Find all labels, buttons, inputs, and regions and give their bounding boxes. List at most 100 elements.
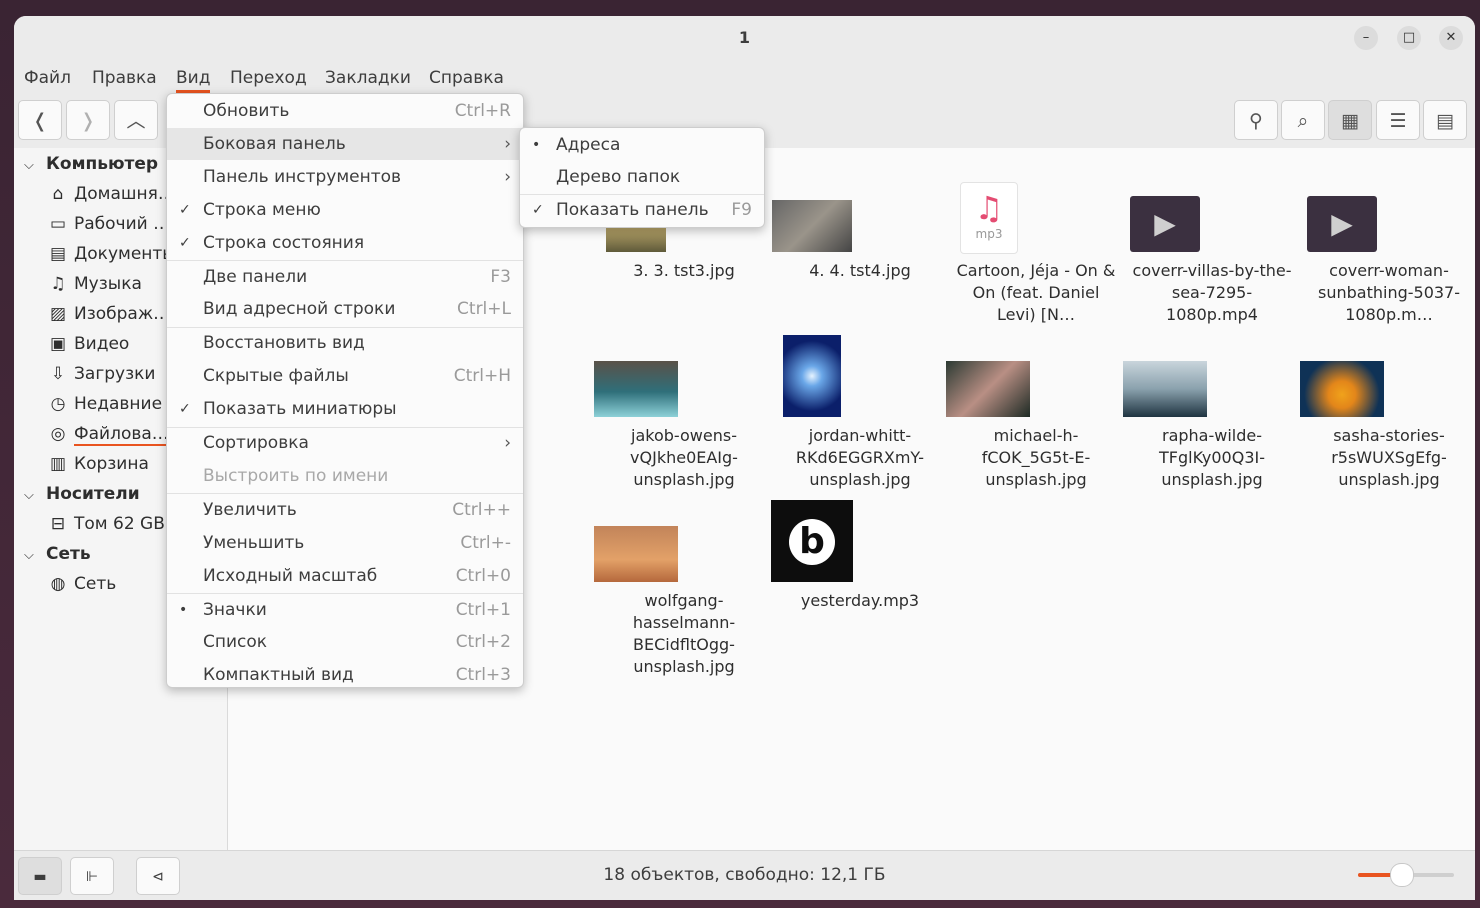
minimize-button[interactable]: – bbox=[1354, 26, 1378, 50]
menubar: Файл Правка Вид Переход Закладки Справка bbox=[14, 62, 1475, 94]
menu-item-shortcut: Ctrl+1 bbox=[455, 599, 511, 620]
window-title: 1 bbox=[738, 28, 751, 47]
sidebar-header-computer[interactable]: ⌵ Компьютер bbox=[24, 154, 158, 174]
file-item-label[interactable]: jordan-whitt-RKd6EGGRXmY-unsplash.jpg bbox=[775, 425, 945, 491]
menu-item-shortcut: Ctrl+H bbox=[453, 366, 511, 387]
music-icon: ♫ bbox=[50, 274, 66, 294]
sidebar-header-network[interactable]: ⌵ Сеть bbox=[24, 544, 91, 564]
view-menu-item-15[interactable]: • Значки Ctrl+1 bbox=[167, 594, 523, 626]
sidebar-submenu-item-1[interactable]: Дерево папок bbox=[520, 161, 764, 193]
image-thumbnail[interactable] bbox=[606, 227, 666, 252]
sidebar-item-computer-6[interactable]: ⇩ Загрузки bbox=[48, 364, 156, 384]
view-menu-item-13[interactable]: Уменьшить Ctrl+- bbox=[167, 527, 523, 559]
file-item-label[interactable]: coverr-villas-by-the-sea-7295-1080p.mp4 bbox=[1127, 260, 1297, 326]
image-thumbnail[interactable] bbox=[594, 361, 678, 417]
video-file-icon[interactable]: ▶ bbox=[1130, 196, 1200, 252]
sidebar-item-computer-4[interactable]: ▨ Изображ… bbox=[48, 304, 170, 324]
sidebar-header-devices[interactable]: ⌵ Носители bbox=[24, 484, 140, 504]
file-item-label[interactable]: rapha-wilde-TFglKy00Q3I-unsplash.jpg bbox=[1127, 425, 1297, 491]
forward-button[interactable]: ❭ bbox=[66, 100, 110, 140]
sidebar-item-network-0[interactable]: ◍ Сеть bbox=[48, 574, 117, 594]
file-item-label[interactable]: 4. 4. tst4.jpg bbox=[775, 260, 945, 282]
home-icon: ⌂ bbox=[52, 184, 64, 204]
view-menu-item-0[interactable]: Обновить Ctrl+R bbox=[167, 95, 523, 127]
view-menu-item-14[interactable]: Исходный масштаб Ctrl+0 bbox=[167, 560, 523, 592]
file-item-label[interactable]: Cartoon, Jéja - On & On (feat. Daniel Le… bbox=[951, 260, 1121, 326]
view-menu-item-2[interactable]: Панель инструментов › bbox=[167, 161, 523, 193]
zoom-slider[interactable] bbox=[1358, 863, 1454, 887]
view-menu-item-7[interactable]: Восстановить вид bbox=[167, 327, 523, 359]
view-menu-item-3[interactable]: ✓ Строка меню bbox=[167, 194, 523, 226]
compact-view-icon[interactable]: ▤ bbox=[1423, 100, 1467, 140]
view-menu-item-17[interactable]: Компактный вид Ctrl+3 bbox=[167, 659, 523, 691]
sidebar-item-label: Файлова… bbox=[74, 424, 169, 446]
sidebar-item-computer-9[interactable]: ▥ Корзина bbox=[48, 454, 149, 474]
image-thumbnail[interactable] bbox=[772, 200, 852, 252]
sidebar-item-computer-3[interactable]: ♫ Музыка bbox=[48, 274, 142, 294]
menu-bookmarks[interactable]: Закладки bbox=[325, 68, 411, 88]
view-menu-item-16[interactable]: Список Ctrl+2 bbox=[167, 626, 523, 658]
sidebar-item-computer-8[interactable]: ◎ Файлова… bbox=[48, 424, 169, 446]
file-item-label[interactable]: sasha-stories-r5sWUXSgEfg-unsplash.jpg bbox=[1304, 425, 1474, 491]
view-menu-item-6[interactable]: Вид адресной строки Ctrl+L bbox=[167, 293, 523, 325]
view-menu-item-12[interactable]: Увеличить Ctrl++ bbox=[167, 494, 523, 526]
back-button[interactable]: ❬ bbox=[18, 100, 62, 140]
up-button[interactable]: ︿ bbox=[114, 100, 158, 140]
view-menu-item-10[interactable]: Сортировка › bbox=[167, 427, 523, 459]
location-pin-icon[interactable]: ⚲ bbox=[1234, 100, 1278, 140]
view-menu-item-1[interactable]: Боковая панель › bbox=[167, 127, 523, 160]
sidebar-item-computer-5[interactable]: ▣ Видео bbox=[48, 334, 129, 354]
sidebar-item-computer-1[interactable]: ▭ Рабочий … bbox=[48, 214, 170, 234]
close-button[interactable]: ✕ bbox=[1439, 26, 1463, 50]
album-art-thumbnail[interactable]: b bbox=[771, 500, 853, 582]
sidebar-item-computer-2[interactable]: ▤ Документы bbox=[48, 244, 176, 264]
menu-item-label: Показать панель bbox=[556, 200, 709, 220]
sidebar-item-computer-7[interactable]: ◷ Недавние bbox=[48, 394, 162, 414]
view-menu: Обновить Ctrl+R Боковая панель › Панель инст… bbox=[166, 93, 524, 688]
chevron-right-icon: › bbox=[504, 133, 511, 154]
image-thumbnail[interactable] bbox=[946, 361, 1030, 417]
menu-item-label: Значки bbox=[203, 599, 267, 620]
list-view-icon[interactable]: ☰ bbox=[1376, 100, 1420, 140]
maximize-button[interactable]: □ bbox=[1397, 26, 1421, 50]
sidebar-item-computer-0[interactable]: ⌂ Домашня… bbox=[48, 184, 175, 204]
image-thumbnail[interactable] bbox=[783, 335, 841, 417]
menu-item-label: Список bbox=[203, 632, 268, 653]
menu-file[interactable]: Файл bbox=[24, 68, 71, 88]
chevron-right-icon: › bbox=[504, 433, 511, 453]
radio-dot-icon: • bbox=[532, 137, 541, 153]
file-item-label[interactable]: 3. 3. tst3.jpg bbox=[599, 260, 769, 282]
video-file-icon[interactable]: ▶ bbox=[1307, 196, 1377, 252]
menu-item-shortcut: Ctrl+- bbox=[460, 532, 511, 553]
sidebar-item-label: Рабочий … bbox=[74, 214, 171, 234]
menu-item-label: Исходный масштаб bbox=[203, 565, 378, 586]
view-menu-item-4[interactable]: ✓ Строка состояния bbox=[167, 227, 523, 259]
image-thumbnail[interactable] bbox=[1123, 361, 1207, 417]
menu-item-label: Строка состояния bbox=[203, 232, 365, 253]
sidebar-submenu-item-0[interactable]: • Адреса bbox=[520, 129, 764, 161]
zoom-slider-knob[interactable] bbox=[1390, 863, 1415, 887]
file-item-label[interactable]: michael-h-fCOK_5G5t-E-unsplash.jpg bbox=[951, 425, 1121, 491]
sidebar-submenu-item-2[interactable]: ✓ Показать панель F9 bbox=[520, 194, 764, 226]
grid-view-icon[interactable]: ▦ bbox=[1328, 100, 1372, 140]
titlebar[interactable]: 1 – □ ✕ bbox=[14, 16, 1475, 62]
menu-help[interactable]: Справка bbox=[429, 68, 504, 88]
view-menu-item-9[interactable]: ✓ Показать миниатюры bbox=[167, 393, 523, 425]
sidebar-item-devices-0[interactable]: ⊟ Том 62 GB bbox=[48, 514, 165, 534]
file-item-label[interactable]: wolfgang-hasselmann-BECidfltOgg-unsplash… bbox=[599, 590, 769, 678]
image-thumbnail[interactable] bbox=[1300, 361, 1384, 417]
image-thumbnail[interactable] bbox=[594, 526, 678, 582]
usb-drive-icon: ⊟ bbox=[50, 514, 66, 534]
audio-file-icon[interactable]: ♫ mp3 bbox=[960, 182, 1018, 254]
menu-go[interactable]: Переход bbox=[230, 68, 307, 88]
file-item-label[interactable]: jakob-owens-vQJkhe0EAIg-unsplash.jpg bbox=[599, 425, 769, 491]
menu-edit[interactable]: Правка bbox=[92, 68, 157, 88]
search-icon[interactable]: ⌕ bbox=[1281, 100, 1325, 140]
file-item-label[interactable]: coverr-woman-sunbathing-5037-1080p.m… bbox=[1304, 260, 1474, 326]
menu-view[interactable]: Вид bbox=[176, 68, 211, 93]
view-menu-item-8[interactable]: Скрытые файлы Ctrl+H bbox=[167, 360, 523, 392]
view-menu-item-5[interactable]: Две панели F3 bbox=[167, 261, 523, 293]
checkmark-icon: ✓ bbox=[179, 401, 191, 418]
chevron-down-icon: ⌵ bbox=[24, 488, 34, 503]
file-item-label[interactable]: yesterday.mp3 bbox=[775, 590, 945, 612]
